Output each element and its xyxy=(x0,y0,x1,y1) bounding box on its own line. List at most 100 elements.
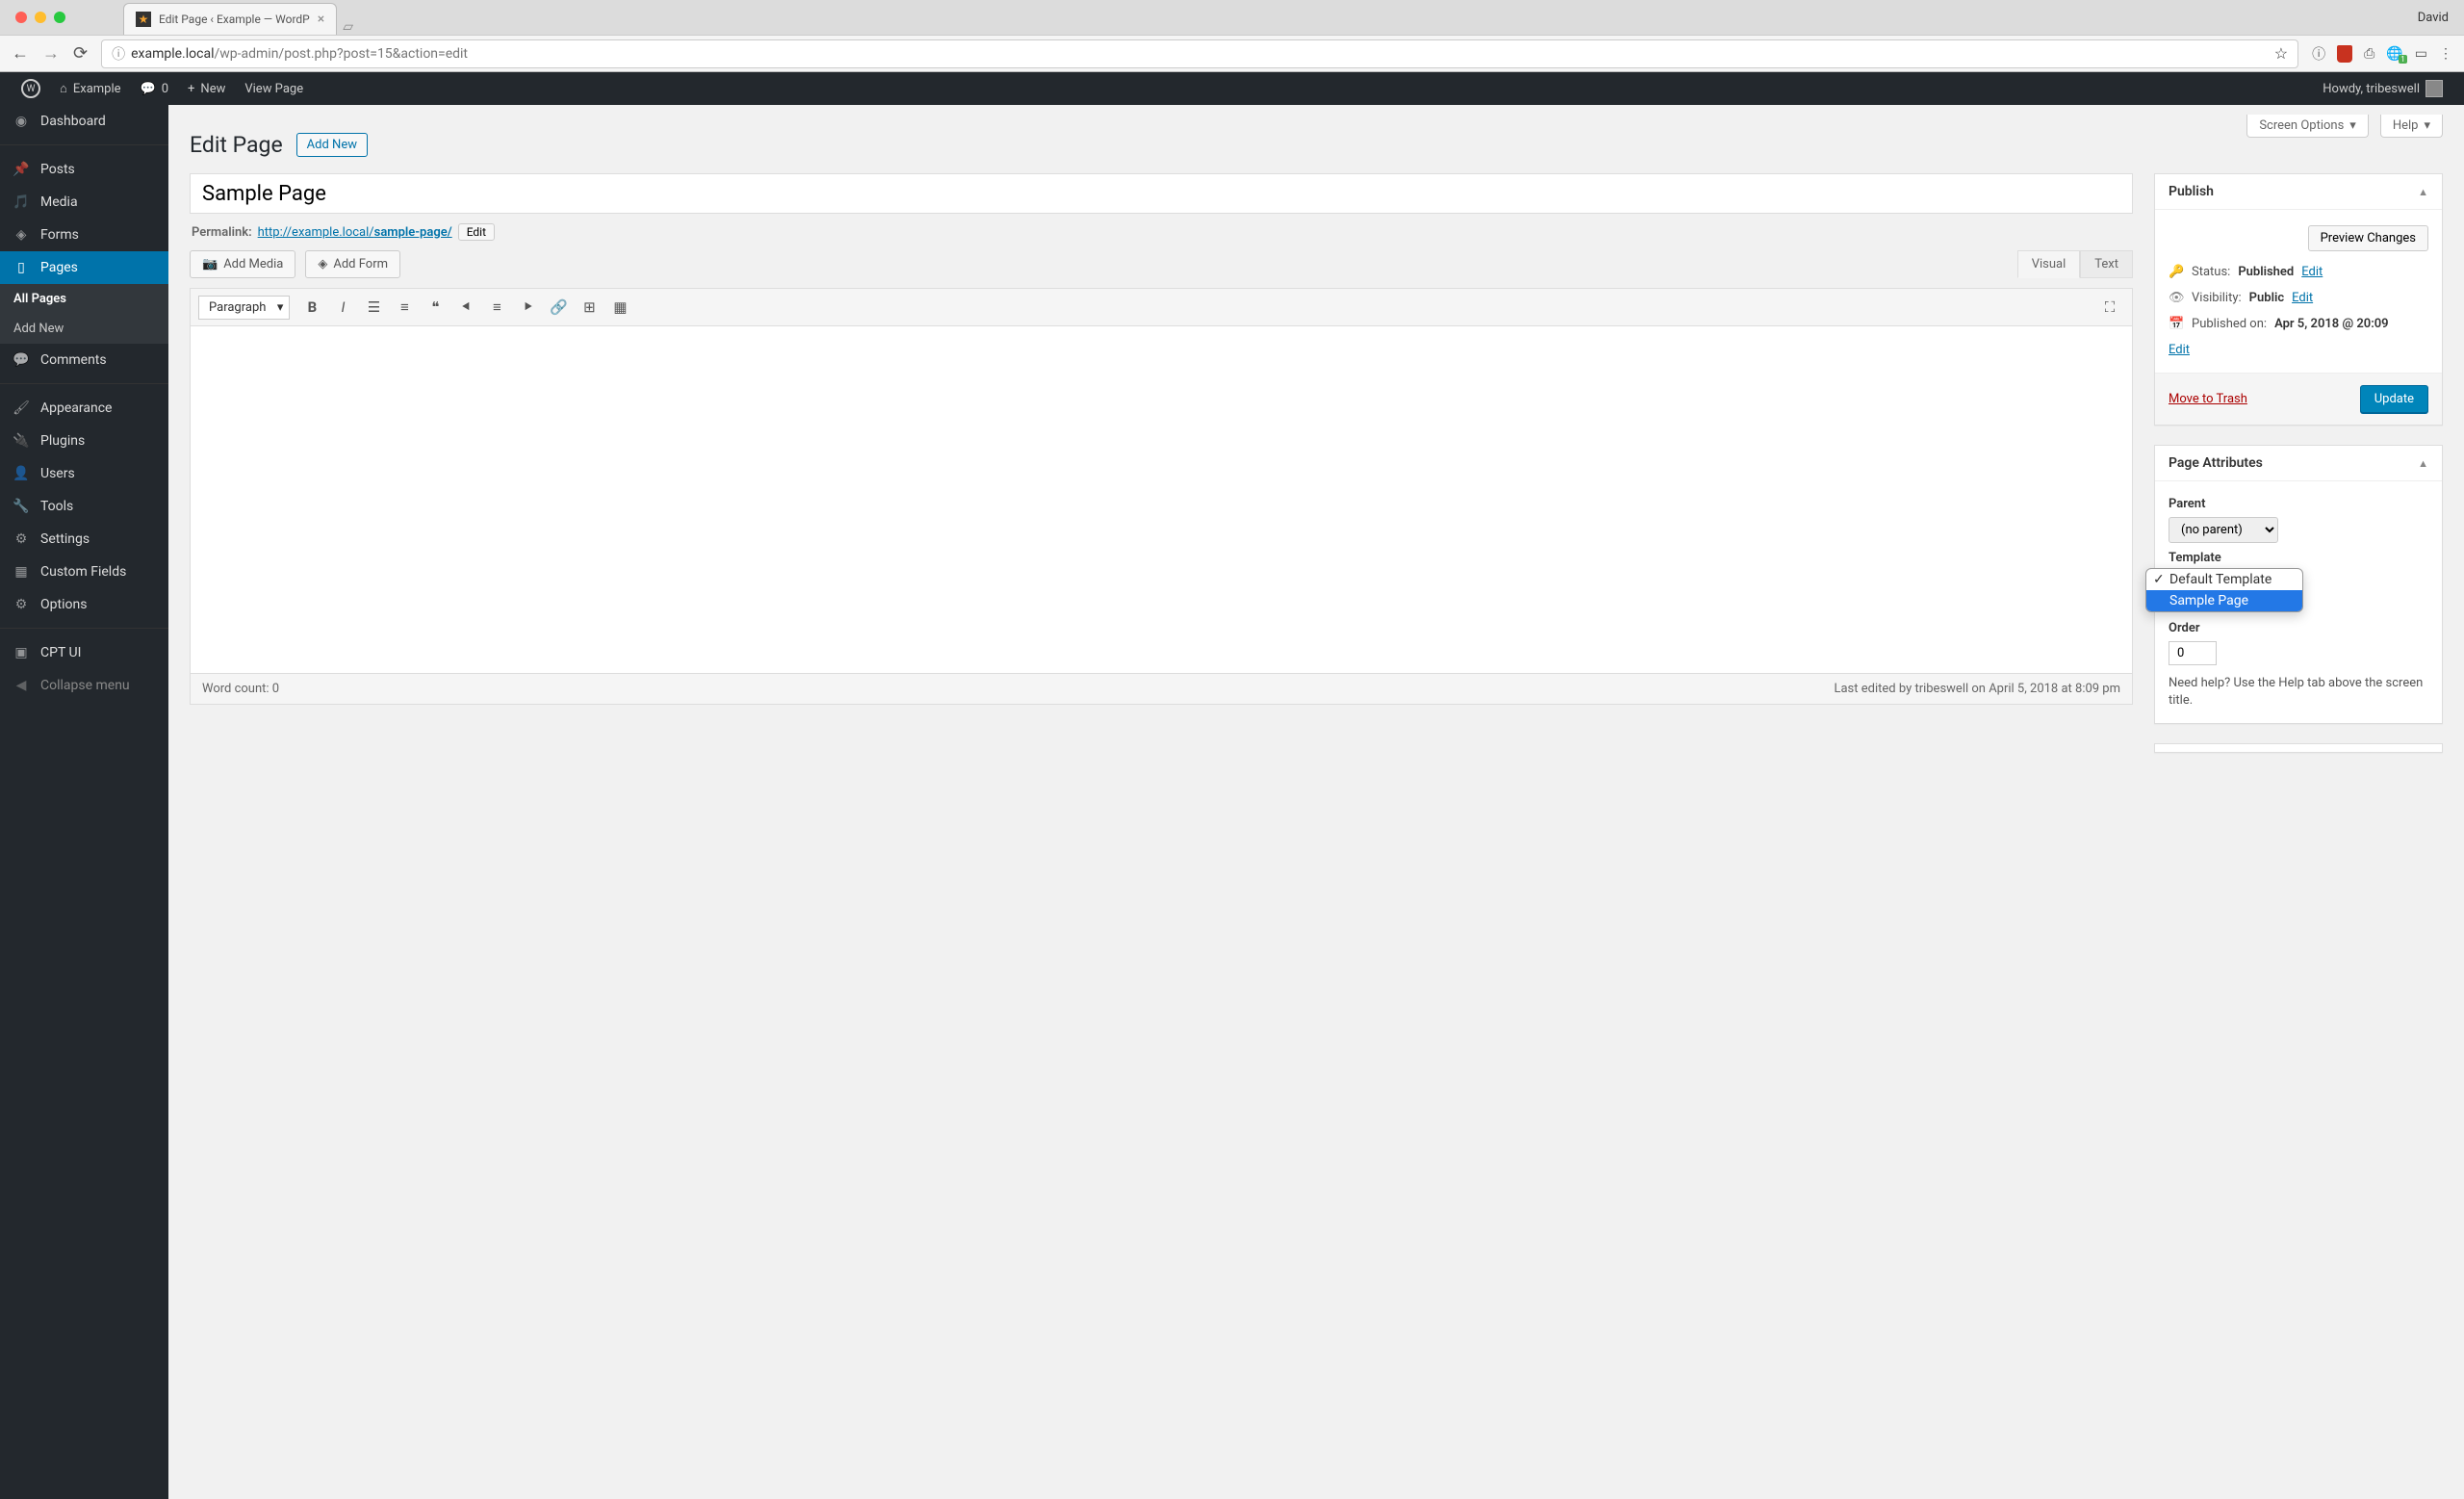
sidebar-item-tools[interactable]: 🔧Tools xyxy=(0,490,168,523)
order-input[interactable] xyxy=(2169,641,2217,665)
wrench-icon: 🔧 xyxy=(12,499,31,514)
last-edited: Last edited by tribeswell on April 5, 20… xyxy=(1834,682,2120,696)
fullscreen-button[interactable]: ⛶ xyxy=(2095,293,2124,322)
permalink-edit-button[interactable]: Edit xyxy=(458,223,495,241)
user-menu[interactable]: Howdy, tribeswell xyxy=(2313,80,2452,97)
collapse-icon: ◀ xyxy=(12,678,31,693)
reload-button[interactable]: ⟳ xyxy=(73,43,88,64)
align-right-button[interactable]: ⯈ xyxy=(513,293,542,322)
page-title: Edit Page xyxy=(190,132,283,158)
camera-icon: 📷 xyxy=(202,257,218,271)
editor-content[interactable] xyxy=(191,326,2132,673)
browser-tab[interactable]: ★ Edit Page ‹ Example — WordP × xyxy=(123,3,337,35)
move-to-trash-link[interactable]: Move to Trash xyxy=(2169,392,2247,406)
align-center-button[interactable]: ≡ xyxy=(482,293,511,322)
attributes-heading: Page Attributes xyxy=(2169,455,2263,471)
gear-icon: ⚙ xyxy=(12,597,31,612)
link-button[interactable]: 🔗 xyxy=(544,293,573,322)
align-left-button[interactable]: ⯇ xyxy=(451,293,480,322)
more-button[interactable]: ⊞ xyxy=(575,293,603,322)
sidebar-item-comments[interactable]: 💬Comments xyxy=(0,344,168,376)
toggle-icon[interactable]: ▲ xyxy=(2418,186,2428,198)
template-option-sample[interactable]: Sample Page xyxy=(2146,590,2302,611)
sidebar-item-media[interactable]: 🎵Media xyxy=(0,186,168,219)
plugin-icon: 🔌 xyxy=(12,433,31,449)
permalink-link[interactable]: http://example.local/sample-page/ xyxy=(258,225,452,240)
site-info-icon[interactable]: ⓘ xyxy=(112,44,125,64)
ublock-icon[interactable] xyxy=(2337,45,2352,63)
toggle-icon[interactable]: ▲ xyxy=(2418,457,2428,470)
bullet-list-button[interactable]: ☰ xyxy=(359,293,388,322)
toolbar-toggle-button[interactable]: ▦ xyxy=(605,293,634,322)
help-tab[interactable]: Help▾ xyxy=(2380,115,2443,138)
pin-icon: 📌 xyxy=(12,162,31,177)
comments-menu[interactable]: 💬0 xyxy=(131,72,179,105)
browser-profile[interactable]: David xyxy=(2418,11,2456,25)
brush-icon: 🖌 xyxy=(12,401,31,416)
order-label: Order xyxy=(2169,621,2428,635)
info-icon[interactable]: ⓘ xyxy=(2312,44,2325,64)
menu-icon[interactable]: ⋮ xyxy=(2439,46,2452,62)
new-tab-button[interactable]: ▱ xyxy=(343,19,353,35)
extension-icon[interactable]: ▭ xyxy=(2415,46,2427,62)
bookmark-star-icon[interactable]: ☆ xyxy=(2274,44,2288,63)
calendar-icon: 📅 xyxy=(2169,317,2184,331)
edit-visibility-link[interactable]: Edit xyxy=(2292,291,2313,305)
add-new-button[interactable]: Add New xyxy=(296,133,368,157)
tab-close-icon[interactable]: × xyxy=(318,12,324,27)
sidebar-item-posts[interactable]: 📌Posts xyxy=(0,153,168,186)
url-text: example.local/wp-admin/post.php?post=15&… xyxy=(131,46,468,62)
plus-icon: + xyxy=(188,82,194,96)
page-attributes-box: Page Attributes ▲ Parent (no parent) Tem… xyxy=(2154,445,2443,724)
italic-button[interactable]: I xyxy=(328,293,357,322)
address-bar[interactable]: ⓘ example.local/wp-admin/post.php?post=1… xyxy=(101,39,2298,68)
sidebar-item-custom-fields[interactable]: ▦Custom Fields xyxy=(0,556,168,588)
text-tab[interactable]: Text xyxy=(2080,250,2133,278)
bold-button[interactable]: B xyxy=(297,293,326,322)
home-icon: ⌂ xyxy=(60,81,67,96)
sidebar-item-appearance[interactable]: 🖌Appearance xyxy=(0,392,168,425)
sidebar-item-settings[interactable]: ⚙Settings xyxy=(0,523,168,556)
maximize-window-button[interactable] xyxy=(54,12,65,23)
update-button[interactable]: Update xyxy=(2360,385,2428,413)
add-form-button[interactable]: ◈Add Form xyxy=(305,250,400,278)
template-option-default[interactable]: Default Template xyxy=(2146,569,2302,590)
extension-badge-icon[interactable]: 🌐1 xyxy=(2386,46,2402,62)
user-icon: 👤 xyxy=(12,466,31,481)
sidebar-item-pages[interactable]: ▯Pages xyxy=(0,251,168,284)
minimize-window-button[interactable] xyxy=(35,12,46,23)
browser-chrome: ★ Edit Page ‹ Example — WordP × ▱ David … xyxy=(0,0,2464,72)
cast-icon[interactable]: ⎙ xyxy=(2364,46,2374,62)
eye-icon: 👁 xyxy=(2169,291,2184,305)
edit-status-link[interactable]: Edit xyxy=(2301,265,2323,279)
new-content-menu[interactable]: +New xyxy=(178,72,235,105)
sidebar-subitem-all-pages[interactable]: All Pages xyxy=(0,284,168,314)
tab-title: Edit Page ‹ Example — WordP xyxy=(159,13,310,26)
quote-button[interactable]: ❝ xyxy=(421,293,449,322)
wp-logo-menu[interactable]: W xyxy=(12,72,50,105)
comment-icon: 💬 xyxy=(141,82,156,96)
edit-date-link[interactable]: Edit xyxy=(2169,343,2190,357)
sidebar-item-users[interactable]: 👤Users xyxy=(0,457,168,490)
visual-tab[interactable]: Visual xyxy=(2017,250,2081,278)
parent-select[interactable]: (no parent) xyxy=(2169,517,2278,543)
add-media-button[interactable]: 📷Add Media xyxy=(190,250,295,278)
sidebar-subitem-add-new[interactable]: Add New xyxy=(0,314,168,344)
close-window-button[interactable] xyxy=(15,12,27,23)
site-name-menu[interactable]: ⌂Example xyxy=(50,72,131,105)
view-page-link[interactable]: View Page xyxy=(235,72,313,105)
sidebar-item-collapse[interactable]: ◀Collapse menu xyxy=(0,669,168,702)
sidebar-item-options[interactable]: ⚙Options xyxy=(0,588,168,621)
format-select[interactable]: Paragraph ▾ xyxy=(198,296,290,320)
sidebar-item-dashboard[interactable]: ◉Dashboard xyxy=(0,105,168,138)
number-list-button[interactable]: ≡ xyxy=(390,293,419,322)
post-title-input[interactable] xyxy=(190,173,2133,214)
preview-button[interactable]: Preview Changes xyxy=(2308,225,2428,251)
forward-button[interactable]: → xyxy=(42,43,60,64)
sidebar-item-plugins[interactable]: 🔌Plugins xyxy=(0,425,168,457)
back-button[interactable]: ← xyxy=(12,43,29,64)
screen-options-tab[interactable]: Screen Options▾ xyxy=(2246,115,2369,138)
sidebar-item-forms[interactable]: ◈Forms xyxy=(0,219,168,251)
sidebar-item-cptui[interactable]: ▣CPT UI xyxy=(0,636,168,669)
favicon: ★ xyxy=(136,12,151,27)
